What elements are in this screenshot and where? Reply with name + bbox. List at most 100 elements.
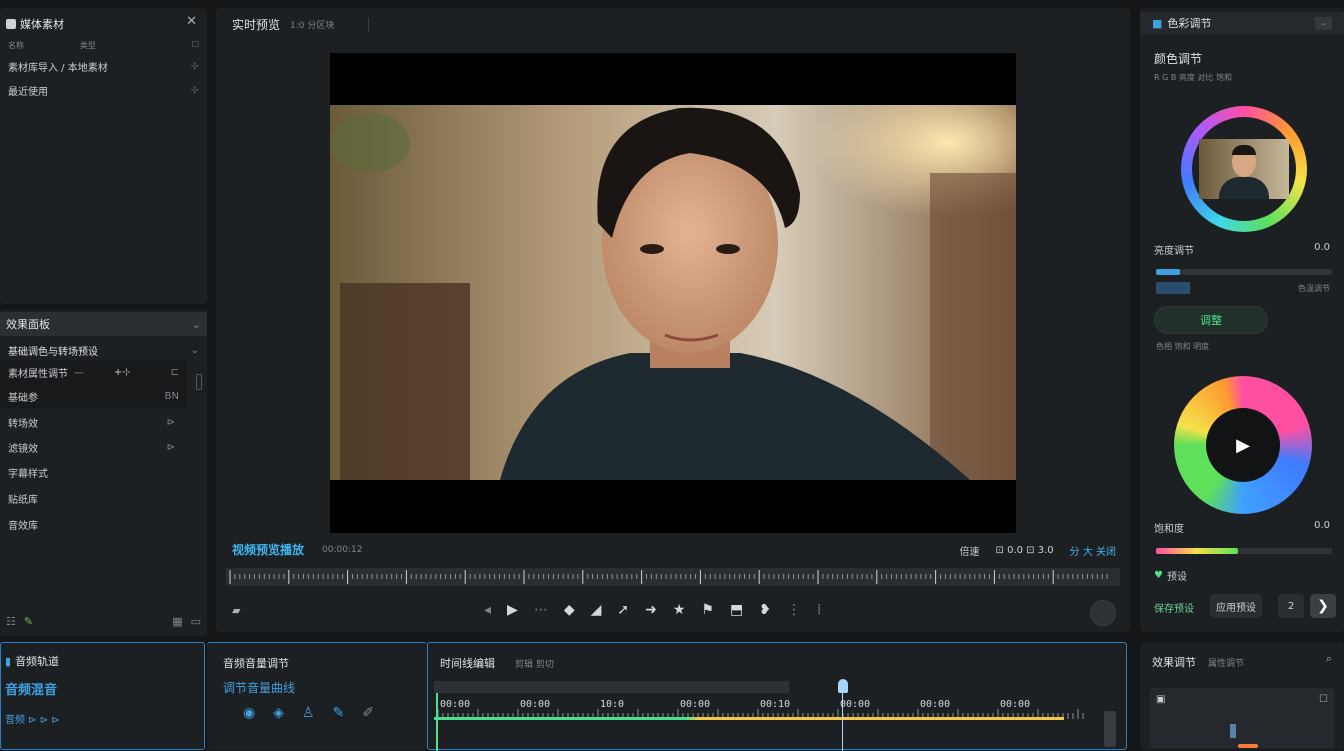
in-point-line [436,693,438,751]
apply-preset-button[interactable]: 应用预设 [1210,594,1262,618]
timeline-ruler[interactable]: 00:00 00:00 10:0 00:00 00:10 00:00 00:00 00:00 [434,695,1094,727]
brightness-slider[interactable] [1156,269,1332,275]
expand-icon[interactable]: ⊏ [171,367,179,378]
playhead-marker[interactable] [838,679,848,693]
pin-icon[interactable]: ⊹ [191,85,199,96]
timeline-tick-label: 10:0 [600,699,624,710]
scroll-handle[interactable] [196,374,202,390]
search-icon[interactable]: ⌕ [1326,652,1332,666]
chevron-down-icon[interactable]: ⌄ [192,318,201,331]
flag-icon[interactable]: ⚑ [701,602,714,618]
effects-footer: ☷ ✎ ▦ ▭ [6,615,201,628]
export-icon[interactable]: ⬒ [730,602,743,618]
play-icon[interactable]: ▶ [1236,435,1250,456]
speed-meta[interactable]: ⊡ 0.0 ⊡ 3.0 [996,545,1054,556]
star-icon[interactable]: ★ [673,602,686,618]
close-icon[interactable]: ✕ [186,14,197,29]
effects-item-label: 转场效 [8,418,38,430]
adjust-toggle-label: 调整 [1200,314,1222,327]
effects-item-label: 滤镜效 [8,443,38,455]
page-button[interactable]: 2 [1278,594,1304,618]
move-icon[interactable]: +⊹ [114,367,131,378]
pin-icon[interactable]: ⊹ [191,61,199,72]
playhead-line [842,693,843,751]
effects-item[interactable]: 贴纸库 [0,486,207,510]
media-panel-title: 媒体素材 [20,18,64,31]
folder-icon[interactable]: ▭ [191,615,201,628]
toggle-sub: 色相 饱和 明度 [1156,342,1210,351]
temperature-slider[interactable] [1156,282,1190,294]
square-icon[interactable]: ☐ [1319,694,1328,705]
color-wheel-preview[interactable] [1181,106,1307,232]
viewer-caption: 视频预览播放 [232,543,305,557]
razor-icon[interactable]: ◢ [591,602,602,618]
page-number: 2 [1287,600,1295,612]
heart-icon[interactable]: ❥ [759,602,771,618]
effects-item-label: 素材属性调节 [8,368,68,380]
section-title: 颜色调节 [1154,52,1203,66]
chevron-down-icon[interactable]: ⌄ [191,345,199,356]
audio-track-clip[interactable] [434,717,1064,720]
saturation-slider[interactable] [1156,548,1332,554]
media-item[interactable]: 最近使用 ⊹ [0,78,207,102]
effects-panel: 效果面板 ⌄ 基础调色与转场预设 ⌄ 素材属性调节 一 +⊹ ⊏ 基础参 BN … [0,310,207,636]
scrubber-ruler[interactable] [226,568,1120,586]
timeline-zoom-bar[interactable] [434,681,789,693]
slider-label: 饱和度 [1154,524,1184,535]
viewer-meta: 1:0 分区块 [290,21,335,31]
transport-bar: ▰ ◂ ▶ ⋯ ◆ ◢ ➚ ➜ ★ ⚑ ⬒ ❥ ⋮ ⁞ [216,598,1130,628]
settings-icon[interactable]: ⁞ [817,602,821,618]
color-wheel-hue[interactable]: ▶ [1174,376,1312,514]
forward-icon[interactable]: ➜ [645,602,657,618]
pointer-icon[interactable]: ➚ [617,602,629,618]
media-item[interactable]: 素材库导入 / 本地素材 ⊹ [0,54,207,78]
adjust-toggle[interactable]: 调整 [1154,306,1268,334]
marker-icon[interactable]: ◆ [564,602,575,618]
prev-frame-icon[interactable]: ◂ [484,602,491,618]
video-frame-image [330,53,1016,533]
media-item-label: 素材库导入 / 本地素材 [8,62,108,74]
audio-icon: ▮ [5,654,12,668]
effects-item[interactable]: 音效库 [0,512,207,536]
audio-tools[interactable]: 音频 ⊳ ⊳ ⊳ [5,711,60,726]
footer-left[interactable]: 保存预设 [1154,600,1194,615]
record-icon[interactable]: ◉ [243,705,255,721]
leaf-icon[interactable]: ✎ [24,615,33,628]
fullscreen-button[interactable] [1090,600,1116,626]
timeline-tick-label: 00:00 [840,699,870,710]
effects-item-tag: BN [164,390,179,402]
effects-adjust-panel: 效果调节 属性调节 ⌕ ▣ ☐ [1140,642,1344,750]
volume-title: 音频音量调节 [223,657,289,670]
next-frame-icon[interactable]: ⋯ [534,602,548,618]
effects-item[interactable]: 滤镜效 ⊳ [0,435,207,459]
effects-item[interactable]: 字幕样式 [0,460,207,484]
next-button[interactable]: ❯ [1310,594,1336,618]
more-icon[interactable]: ⋮ [787,602,801,618]
effects-item-label: 音效库 [8,520,38,532]
play-icon[interactable]: ▶ [507,602,518,618]
user-icon[interactable]: ♙ [302,705,315,721]
effects-list-box[interactable]: ▣ ☐ [1150,688,1334,748]
mic-icon[interactable]: ◈ [273,705,284,721]
effects-group[interactable]: 基础调色与转场预设 ⌄ [0,338,207,362]
mark-in-icon[interactable]: ▰ [232,604,240,617]
vertical-scrollbar[interactable] [1104,711,1116,747]
checkbox-icon[interactable]: ▣ [1156,694,1165,705]
slider-value: 0.0 [1314,520,1330,531]
viewer-panel: 实时预览 1:0 分区块 视频预览播放 00:00:12 倍速 ⊡ 0.0 ⊡ … [216,8,1130,632]
minimize-button[interactable]: – [1314,16,1332,30]
grid-icon[interactable]: ▦ [172,615,182,628]
media-panel-header: 媒体素材 [6,16,64,32]
edit-icon[interactable]: ✎ [333,705,345,721]
eraser-icon[interactable]: ✐ [362,705,374,721]
arrow-icon[interactable]: ⊳ [167,442,175,453]
effects-item[interactable]: 基础参 BN [0,384,187,408]
effects-item[interactable]: 转场效 ⊳ [0,410,207,434]
sort-icon[interactable]: ☐ [192,40,199,51]
video-preview[interactable] [330,53,1016,533]
effects-adjust-title: 效果调节 [1152,656,1196,669]
effects-item[interactable]: 素材属性调节 一 +⊹ ⊏ [0,360,187,384]
list-icon[interactable]: ☷ [6,615,16,628]
speed-meta-2[interactable]: 分 大 关闭 [1070,543,1116,558]
arrow-icon[interactable]: ⊳ [167,417,175,428]
